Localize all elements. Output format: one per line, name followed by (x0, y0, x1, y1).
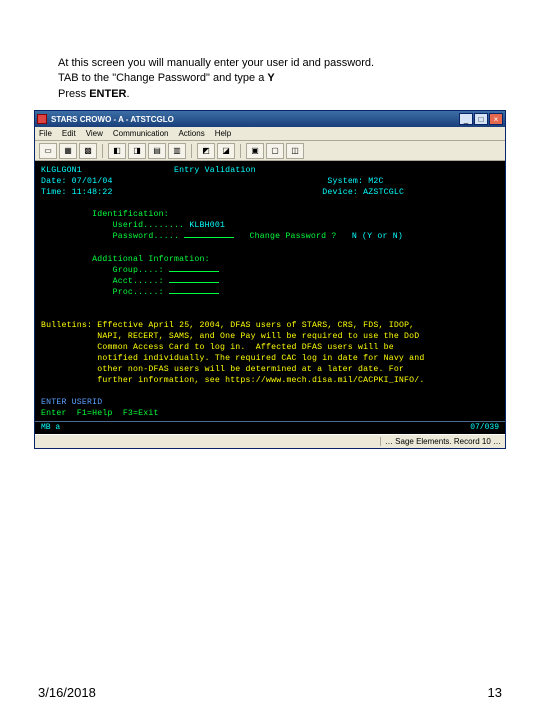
minimize-button[interactable]: _ (459, 113, 473, 125)
window-title: STARS CROWO - A - ATSTCGLO (51, 115, 459, 124)
toolbtn-6[interactable]: ▤ (148, 143, 166, 159)
group-label: Group....: (113, 266, 164, 275)
acct-input[interactable] (169, 282, 219, 283)
date-label: Date: 07/01/04 (41, 177, 113, 186)
status-seg: … Sage Elements. Record 10 … (380, 437, 501, 446)
titlebar: STARS CROWO - A - ATSTCGLO _ □ × (35, 111, 505, 127)
userid-label: Userid........ (113, 221, 185, 230)
proc-label: Proc.....: (113, 288, 164, 297)
userid-value[interactable]: KLBH001 (189, 221, 225, 230)
change-password-label: Change Password ? (250, 232, 337, 241)
toolbtn-10[interactable]: ▣ (246, 143, 264, 159)
instruction-text: At this screen you will manually enter y… (58, 56, 374, 102)
footer-page: 13 (488, 685, 502, 700)
terminal-screen[interactable]: KLGLGON1 Entry Validation Date: 07/01/04… (35, 161, 505, 421)
terminal-status: MB a 07/039 (35, 421, 505, 434)
time-label: Time: 11:48:22 (41, 188, 113, 197)
menu-file[interactable]: File (39, 129, 52, 138)
toolbtn-1[interactable]: ▭ (39, 143, 57, 159)
toolbtn-8[interactable]: ◩ (197, 143, 215, 159)
device-label: Device: AZSTCGLC (322, 188, 404, 197)
screen-id: KLGLGON1 (41, 166, 82, 175)
menu-actions[interactable]: Actions (178, 129, 204, 138)
prompt-line: ENTER USERID (41, 398, 102, 407)
system-label: System: M2C (327, 177, 383, 186)
identification-label: Identification: (92, 210, 169, 219)
menu-view[interactable]: View (86, 129, 103, 138)
app-icon (37, 114, 47, 124)
toolbar-sep-2 (191, 144, 192, 158)
menu-help[interactable]: Help (215, 129, 231, 138)
footer-date: 3/16/2018 (38, 685, 96, 700)
terminal-window: STARS CROWO - A - ATSTCGLO _ □ × File Ed… (34, 110, 506, 449)
toolbtn-2[interactable]: ▦ (59, 143, 77, 159)
toolbtn-7[interactable]: ▥ (168, 143, 186, 159)
toolbar: ▭ ▦ ▩ ◧ ◨ ▤ ▥ ◩ ◪ ▣ ▢ ◫ (35, 141, 505, 161)
maximize-button[interactable]: □ (474, 113, 488, 125)
toolbtn-12[interactable]: ◫ (286, 143, 304, 159)
toolbar-sep (102, 144, 103, 158)
toolbtn-4[interactable]: ◧ (108, 143, 126, 159)
window-statusbar: … Sage Elements. Record 10 … (35, 434, 505, 448)
menubar: File Edit View Communication Actions Hel… (35, 127, 505, 141)
menu-communication[interactable]: Communication (113, 129, 169, 138)
password-label: Password..... (113, 232, 179, 241)
toolbtn-11[interactable]: ▢ (266, 143, 284, 159)
status-left: MB a (41, 423, 60, 432)
acct-label: Acct.....: (113, 277, 164, 286)
instruction-line-3: Press ENTER. (58, 87, 374, 102)
toolbtn-5[interactable]: ◨ (128, 143, 146, 159)
group-input[interactable] (169, 271, 219, 272)
help-line: Enter F1=Help F3=Exit (41, 409, 159, 418)
bulletins-text: Effective April 25, 2004, DFAS users of … (41, 321, 425, 385)
instruction-line-1: At this screen you will manually enter y… (58, 56, 374, 71)
menu-edit[interactable]: Edit (62, 129, 76, 138)
instruction-line-2: TAB to the "Change Password" and type a … (58, 71, 374, 86)
additional-info-label: Additional Information: (92, 255, 210, 264)
toolbar-sep-3 (240, 144, 241, 158)
change-password-value[interactable]: N (Y or N) (352, 232, 403, 241)
toolbtn-3[interactable]: ▩ (79, 143, 97, 159)
proc-input[interactable] (169, 293, 219, 294)
bulletins-label: Bulletins: (41, 321, 92, 330)
toolbtn-9[interactable]: ◪ (217, 143, 235, 159)
password-input[interactable] (184, 237, 234, 238)
close-button[interactable]: × (489, 113, 503, 125)
screen-title: Entry Validation (174, 166, 256, 175)
cursor-position: 07/039 (470, 423, 499, 432)
